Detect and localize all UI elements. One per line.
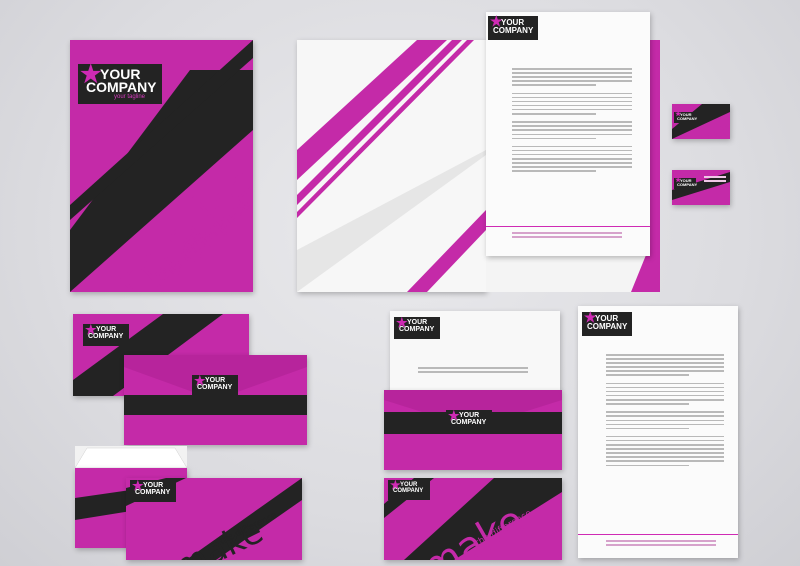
card-logo: ★ YOUR COMPANY (674, 111, 698, 123)
envelope2-logo: ★ YOUR COMPANY (192, 374, 238, 397)
large-envelope-bottom-left: ★ YOUR COMPANY make the difference (126, 478, 302, 560)
letter2-logo: ★ YOUR COMPANY (582, 310, 632, 336)
envelope-front-pattern (124, 355, 307, 415)
envelope-flap-shape (75, 447, 187, 468)
large-envelope-logo: ★ YOUR COMPANY (130, 479, 176, 502)
logo-line2: COMPANY (677, 182, 698, 187)
business-card-back: ★ YOUR COMPANY (672, 170, 730, 205)
white-envelope-address (418, 367, 528, 375)
logo-line2: COMPANY (135, 489, 171, 496)
letter1-footer (512, 232, 622, 240)
letter2-footer-line (578, 534, 738, 535)
letter1-footer-line (486, 226, 650, 227)
magenta-envelope: ★ YOUR COMPANY (384, 390, 562, 470)
letter1-body (512, 68, 632, 174)
logo-line2: COMPANY (677, 116, 698, 121)
logo-line2: COMPANY (451, 419, 487, 426)
envelope-open-flap (75, 446, 187, 468)
letter2-footer (606, 540, 716, 548)
white-envelope: ★ YOUR COMPANY (390, 311, 560, 391)
folder-inside-left (297, 40, 486, 292)
envelope-front-left: ★ YOUR COMPANY (124, 355, 307, 445)
white-envelope-logo: ★ YOUR COMPANY (394, 316, 440, 339)
logo-tagline: your tagline (114, 94, 146, 100)
folder-inside-stripes (297, 40, 486, 292)
logo-line2: COMPANY (197, 384, 233, 391)
logo-line2: COMPANY (393, 488, 424, 494)
letterhead-standalone: ★ YOUR COMPANY (578, 306, 738, 558)
letter2-body (606, 354, 724, 469)
folder-logo: ★ YOUR COMPANY your tagline (78, 63, 162, 104)
stationery-scene: ★ YOUR COMPANY your tagline make the dif… (0, 0, 800, 566)
logo-line2: COMPANY (587, 322, 628, 331)
card-back-details (704, 176, 726, 184)
logo-line2: COMPANY (493, 26, 534, 35)
logo-line2: COMPANY (399, 326, 435, 333)
card-back-logo: ★ YOUR COMPANY (674, 177, 698, 189)
letterhead-in-folder: ★ YOUR COMPANY (486, 12, 650, 256)
dl-card-make: ★ YOUR COMPANY make the difference (384, 478, 562, 560)
logo-line2: COMPANY (86, 79, 157, 95)
dl-card-logo: ★ YOUR COMPANY (388, 479, 430, 500)
logo-line2: COMPANY (88, 333, 124, 340)
folder-cover: ★ YOUR COMPANY your tagline make the dif… (70, 40, 253, 292)
envelope1-logo: ★ YOUR COMPANY (83, 323, 129, 346)
letter1-logo: ★ YOUR COMPANY (488, 14, 538, 40)
magenta-envelope-logo: ★ YOUR COMPANY (446, 409, 492, 432)
business-card-front: ★ YOUR COMPANY make (672, 104, 730, 139)
